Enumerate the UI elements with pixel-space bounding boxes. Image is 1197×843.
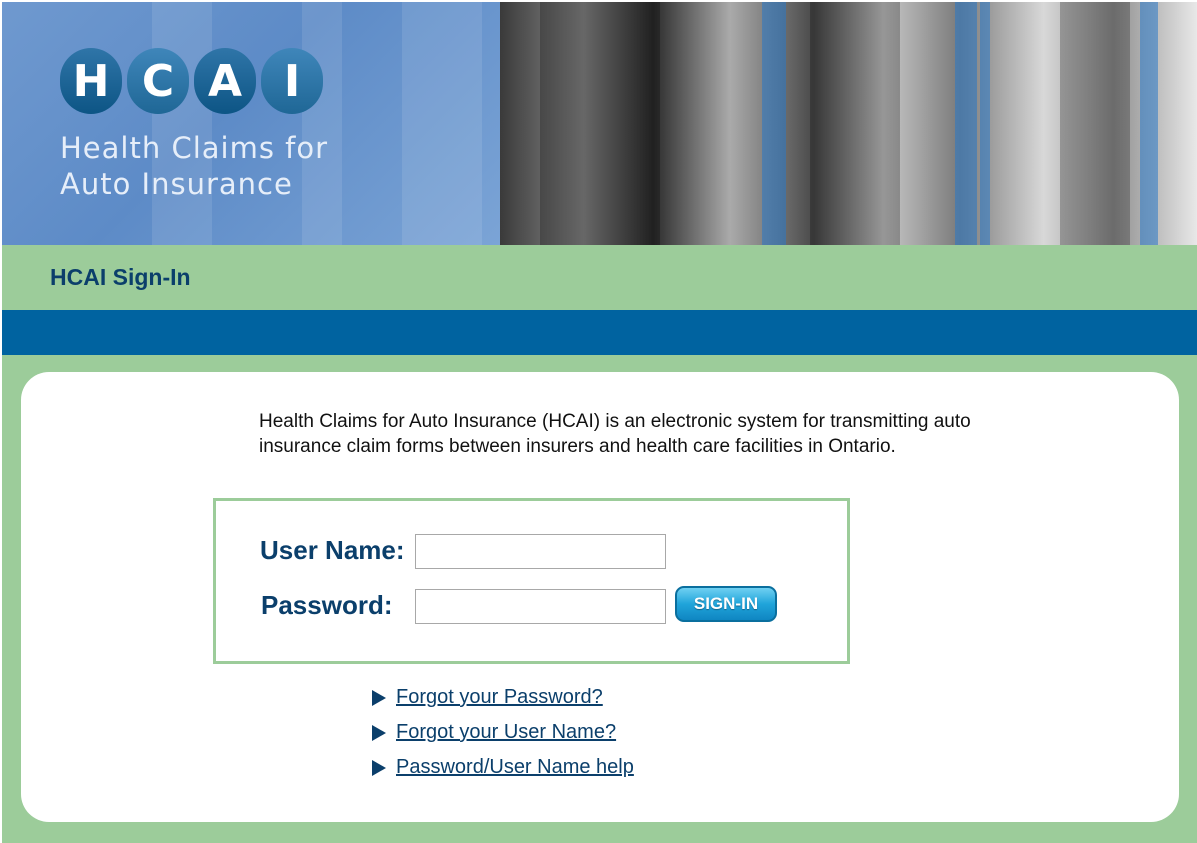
page-title: HCAI Sign-In — [50, 264, 191, 290]
logo-tagline-line2: Auto Insurance — [60, 167, 293, 201]
password-username-help-link[interactable]: Password/User Name help — [396, 756, 634, 779]
link-row-forgot-password: Forgot your Password? — [372, 686, 603, 709]
header-banner: H C A I Health Claims for Auto Insurance… — [0, 0, 1197, 355]
logo-tagline-line1: Health Claims for — [60, 131, 329, 165]
triangle-arrow-icon — [372, 689, 386, 706]
logo-letter-c: C — [127, 48, 189, 114]
forgot-password-link[interactable]: Forgot your Password? — [396, 686, 603, 709]
triangle-arrow-icon — [372, 759, 386, 776]
logo-tagline: Health Claims for Auto Insurance — [60, 130, 328, 202]
forgot-username-link[interactable]: Forgot your User Name? — [396, 721, 616, 744]
logo-panel: H C A I Health Claims for Auto Insurance — [2, 2, 500, 245]
username-label: User Name: — [260, 535, 405, 565]
password-label: Password: — [261, 590, 393, 620]
triangle-arrow-icon — [372, 724, 386, 741]
logo-letter-i: I — [261, 48, 323, 114]
username-input[interactable] — [415, 534, 666, 569]
login-form-box — [213, 498, 850, 664]
hcai-logo: H C A I — [60, 48, 323, 114]
intro-text: Health Claims for Auto Insurance (HCAI) … — [259, 411, 971, 457]
logo-letter-a: A — [194, 48, 256, 114]
logo-letter-h: H — [60, 48, 122, 114]
blue-divider-strip — [2, 310, 1197, 355]
link-row-help: Password/User Name help — [372, 756, 634, 779]
link-row-forgot-username: Forgot your User Name? — [372, 721, 616, 744]
password-input[interactable] — [415, 589, 666, 624]
sign-in-button[interactable]: SIGN-IN — [675, 586, 777, 622]
